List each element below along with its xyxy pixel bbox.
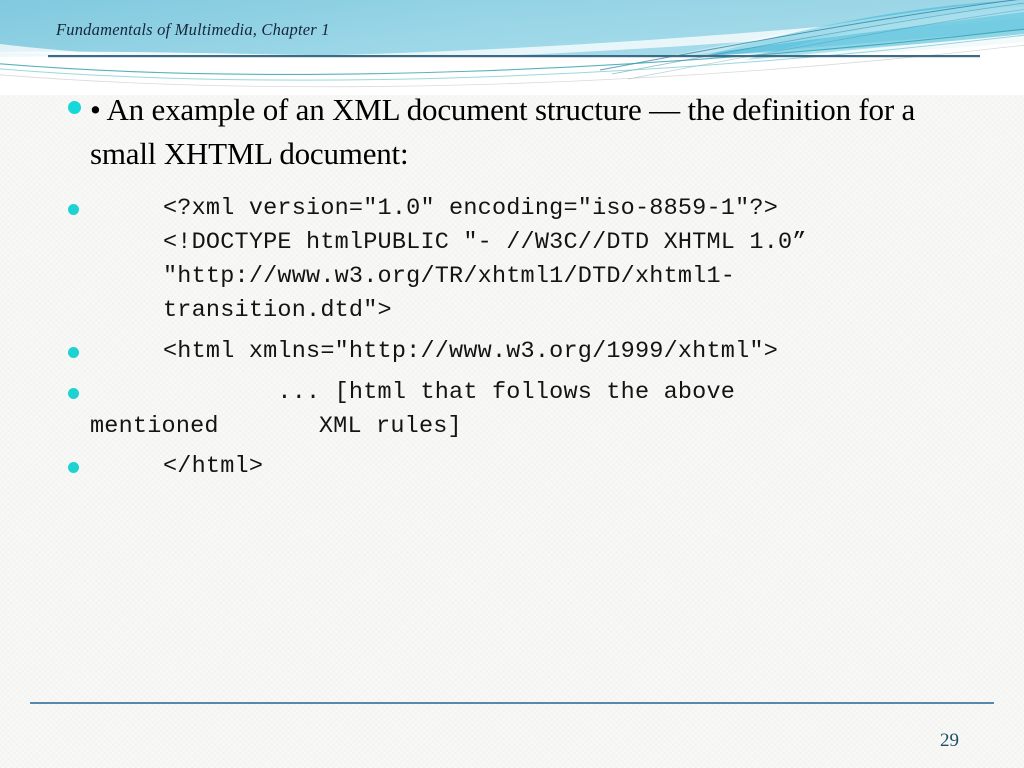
lead-bullet-text: • An example of an XML document structur… <box>90 88 930 176</box>
slide-body: • An example of an XML document structur… <box>0 88 1024 480</box>
code-line: ... [html that follows the above <box>163 379 736 406</box>
bullet-dot-icon <box>68 204 79 215</box>
slide-canvas: Fundamentals of Multimedia, Chapter 1 • … <box>0 0 1024 768</box>
slide-header: Fundamentals of Multimedia, Chapter 1 <box>0 0 1024 95</box>
bullet-dot-icon <box>68 101 81 114</box>
code-line: <html xmlns="http://www.w3.org/1999/xhtm… <box>163 338 778 365</box>
bullet-dot-icon <box>68 462 79 473</box>
code-line: </html> <box>163 453 264 480</box>
footer-divider <box>30 702 994 704</box>
code-line-wrap: mentioned XML rules] <box>90 413 462 440</box>
bullet-dot-icon <box>68 388 79 399</box>
code-line: <!DOCTYPE htmlPUBLIC "- //W3C//DTD XHTML… <box>163 229 807 256</box>
code-line: <?xml version="1.0" encoding="iso-8859-1… <box>163 195 778 222</box>
lead-bullet-row: • An example of an XML document structur… <box>0 88 1024 171</box>
code-line: transition.dtd"> <box>163 297 392 324</box>
lead-bullet-label: An example of an XML document structure … <box>90 92 916 171</box>
bullet-dot-icon <box>68 347 79 358</box>
header-title: Fundamentals of Multimedia, Chapter 1 <box>56 20 330 39</box>
code-line: "http://www.w3.org/TR/xhtml1/DTD/xhtml1- <box>163 263 736 290</box>
lead-bullet-marker: • <box>90 92 101 127</box>
header-decoration-graphic <box>0 0 1024 95</box>
page-number: 29 <box>940 730 959 751</box>
